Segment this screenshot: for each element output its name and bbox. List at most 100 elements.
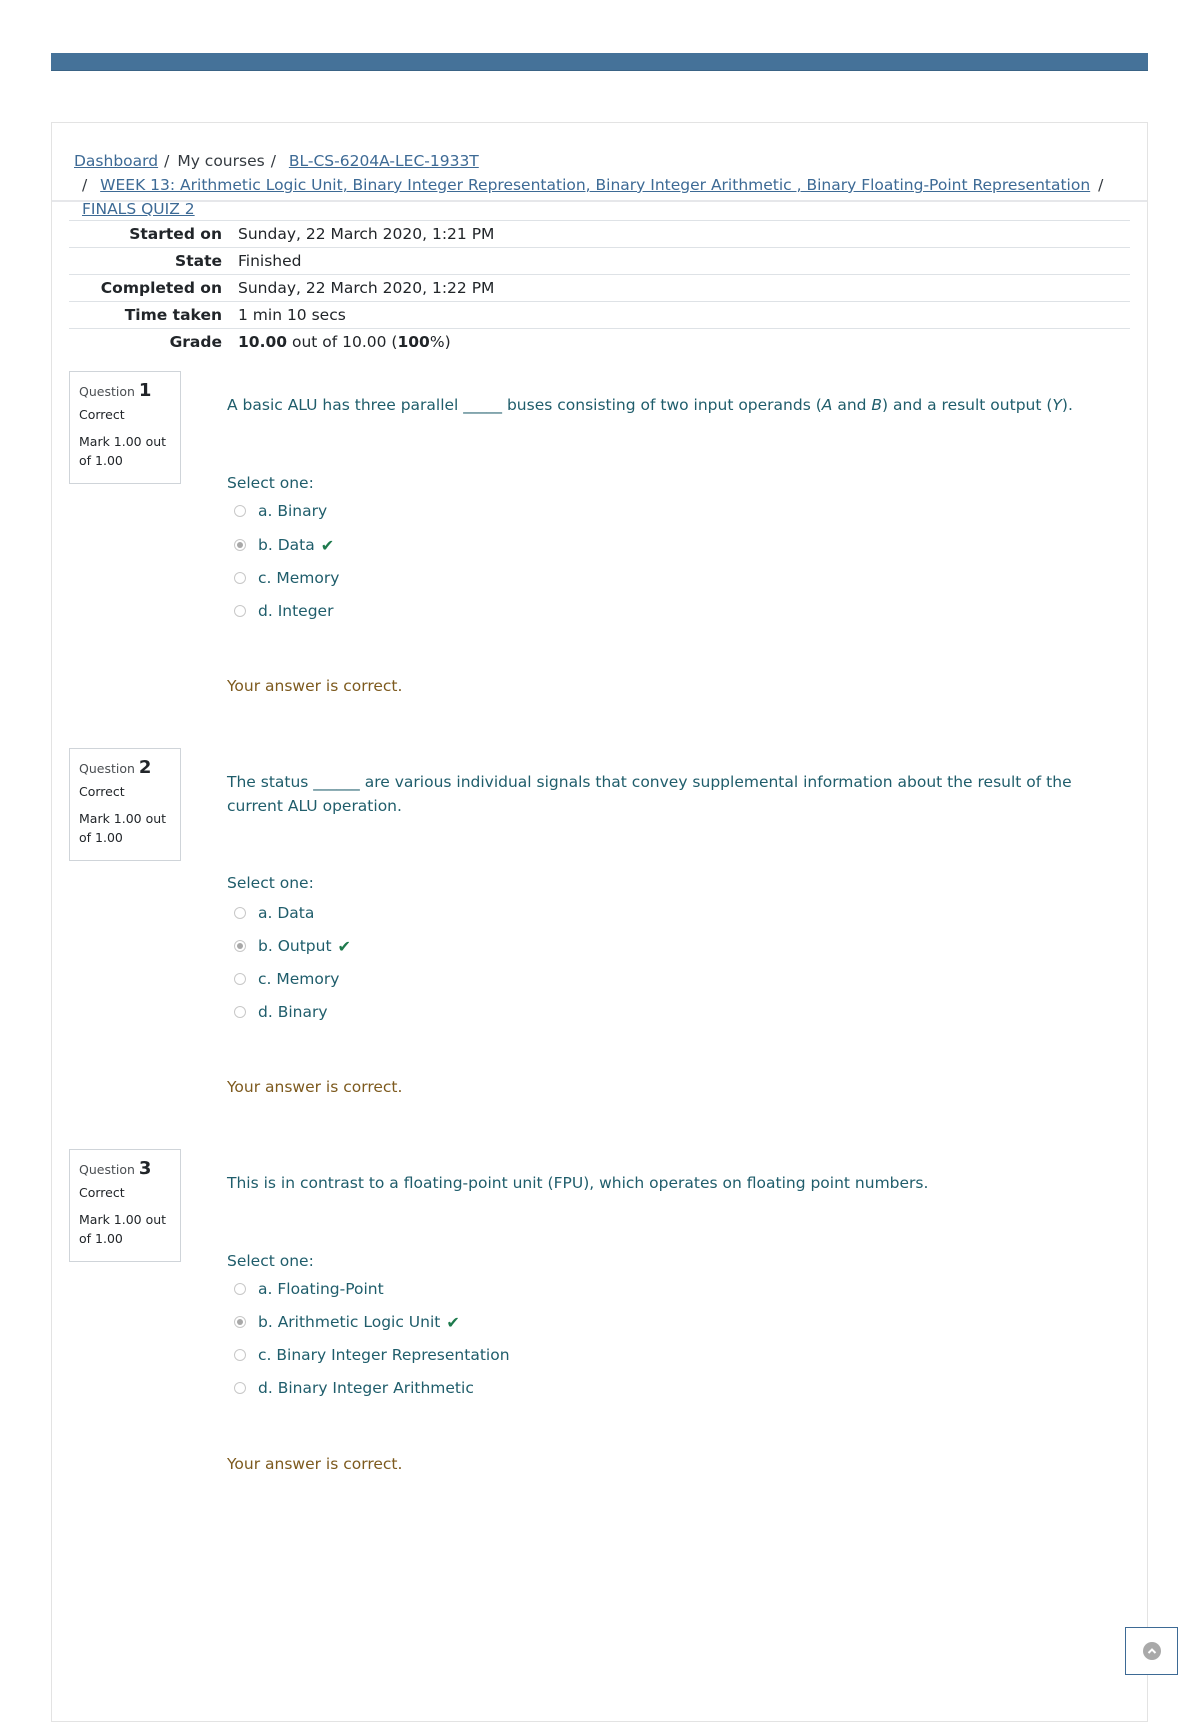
back-to-top-button[interactable] [1125,1627,1178,1675]
radio-button[interactable] [234,505,246,517]
summary-label: Time taken [124,306,222,324]
question-mark: Mark 1.00 out of 1.00 [79,811,167,845]
option-label: a. Data [258,904,315,922]
answer-option[interactable]: a. Binary [234,500,327,522]
question-text-var: Y [1052,396,1062,414]
grade-suffix: %) [429,333,451,351]
radio-button-checked[interactable] [234,539,246,551]
check-icon: ✔ [446,1312,460,1332]
summary-row-completed: Completed on Sunday, 22 March 2020, 1:22… [69,274,1130,302]
answer-option-selected[interactable]: b. Data ✔ [234,534,334,556]
option-label: d. Integer [258,602,334,620]
answer-feedback: Your answer is correct. [227,1455,403,1473]
answer-option-selected[interactable]: b. Arithmetic Logic Unit ✔ [234,1311,460,1333]
radio-button[interactable] [234,1349,246,1361]
grade-value: 10.00 out of 10.00 (100%) [238,329,1130,356]
summary-value: Sunday, 22 March 2020, 1:21 PM [238,225,495,243]
question-text-part: and [832,396,872,414]
attempt-summary-table: Started on Sunday, 22 March 2020, 1:21 P… [69,220,1130,355]
grade-percent: 100 [397,333,430,351]
summary-row-started: Started on Sunday, 22 March 2020, 1:21 P… [69,220,1130,248]
select-one-prompt: Select one: [227,1252,314,1270]
summary-value: 1 min 10 secs [238,306,346,324]
question-info-box: Question 3 Correct Mark 1.00 out of 1.00 [69,1149,181,1262]
question-text-var: A [821,396,833,414]
question-word: Question [79,384,135,399]
radio-button-checked[interactable] [234,1316,246,1328]
option-label: b. Arithmetic Logic Unit [258,1313,441,1331]
breadcrumb-course[interactable]: BL-CS-6204A-LEC-1933T [289,152,479,170]
page-content-card [51,122,1148,1722]
question-text-part: ) and a result output ( [882,396,1053,414]
grade-out-of: out of 10.00 ( [287,333,398,351]
radio-button-checked[interactable] [234,940,246,952]
radio-button[interactable] [234,605,246,617]
option-label: c. Binary Integer Representation [258,1346,510,1364]
answer-option[interactable]: a. Floating-Point [234,1278,384,1300]
option-label: b. Data [258,536,315,554]
chevron-up-circle-icon [1142,1642,1161,1660]
answer-option[interactable]: c. Memory [234,968,339,990]
header-divider [52,200,1147,202]
question-number-value: 2 [138,757,152,778]
breadcrumb-quiz[interactable]: FINALS QUIZ 2 [82,200,195,218]
question-mark: Mark 1.00 out of 1.00 [79,1212,167,1246]
question-number-value: 3 [138,1158,152,1179]
answer-feedback: Your answer is correct. [227,1078,403,1096]
summary-value: Sunday, 22 March 2020, 1:22 PM [238,279,495,297]
question-info-box: Question 1 Correct Mark 1.00 out of 1.00 [69,371,181,484]
check-icon: ✔ [320,535,335,555]
question-text-part: A basic ALU has three parallel _____ bus… [227,396,822,414]
option-label: d. Binary Integer Arithmetic [258,1379,474,1397]
radio-button[interactable] [234,907,246,919]
summary-value: Finished [238,252,302,270]
summary-row-state: State Finished [69,247,1130,275]
answer-feedback: Your answer is correct. [227,677,403,695]
option-label: c. Memory [258,970,340,988]
radio-button[interactable] [234,1382,246,1394]
question-number: Question 1 [79,380,172,401]
select-one-prompt: Select one: [227,474,314,492]
summary-label: Completed on [100,279,222,297]
site-header-bar [51,53,1148,71]
radio-button[interactable] [234,1283,246,1295]
option-label: b. Output [258,937,332,955]
answer-option[interactable]: d. Binary Integer Arithmetic [234,1377,474,1399]
question-text: A basic ALU has three parallel _____ bus… [227,393,1107,417]
radio-button[interactable] [234,973,246,985]
summary-label: Grade [169,333,222,351]
question-info-box: Question 2 Correct Mark 1.00 out of 1.00 [69,748,181,861]
question-state: Correct [79,407,125,422]
breadcrumb-separator: / [1098,176,1104,194]
option-label: a. Floating-Point [258,1280,384,1298]
breadcrumb-my-courses: My courses [177,152,265,170]
answer-option[interactable]: a. Data [234,902,314,924]
option-label: d. Binary [258,1003,328,1021]
breadcrumb-separator: / [164,152,170,170]
answer-option[interactable]: d. Integer [234,600,333,622]
question-text-part: ). [1061,396,1073,414]
summary-label: Started on [129,225,222,243]
grade-score: 10.00 [238,333,288,351]
question-word: Question [79,1162,135,1177]
breadcrumb: Dashboard / My courses / BL-CS-6204A-LEC-19… [74,149,1134,221]
radio-button[interactable] [234,1006,246,1018]
question-state: Correct [79,1185,125,1200]
radio-button[interactable] [234,572,246,584]
answer-option[interactable]: d. Binary [234,1001,328,1023]
summary-label: State [175,252,222,270]
question-text: This is in contrast to a floating-point … [227,1174,929,1192]
answer-option[interactable]: c. Memory [234,567,339,589]
answer-option-selected[interactable]: b. Output ✔ [234,935,351,957]
summary-row-time-taken: Time taken 1 min 10 secs [69,301,1130,329]
question-state: Correct [79,784,125,799]
question-number: Question 3 [79,1158,172,1179]
question-number-value: 1 [138,380,152,401]
answer-option[interactable]: c. Binary Integer Representation [234,1344,510,1366]
breadcrumb-dashboard[interactable]: Dashboard [74,152,158,170]
breadcrumb-week-section[interactable]: WEEK 13: Arithmetic Logic Unit, Binary I… [100,176,1090,194]
question-text-var: B [871,396,883,414]
question-text: The status ______ are various individual… [227,773,1072,815]
breadcrumb-separator: / [82,176,88,194]
question-word: Question [79,761,135,776]
